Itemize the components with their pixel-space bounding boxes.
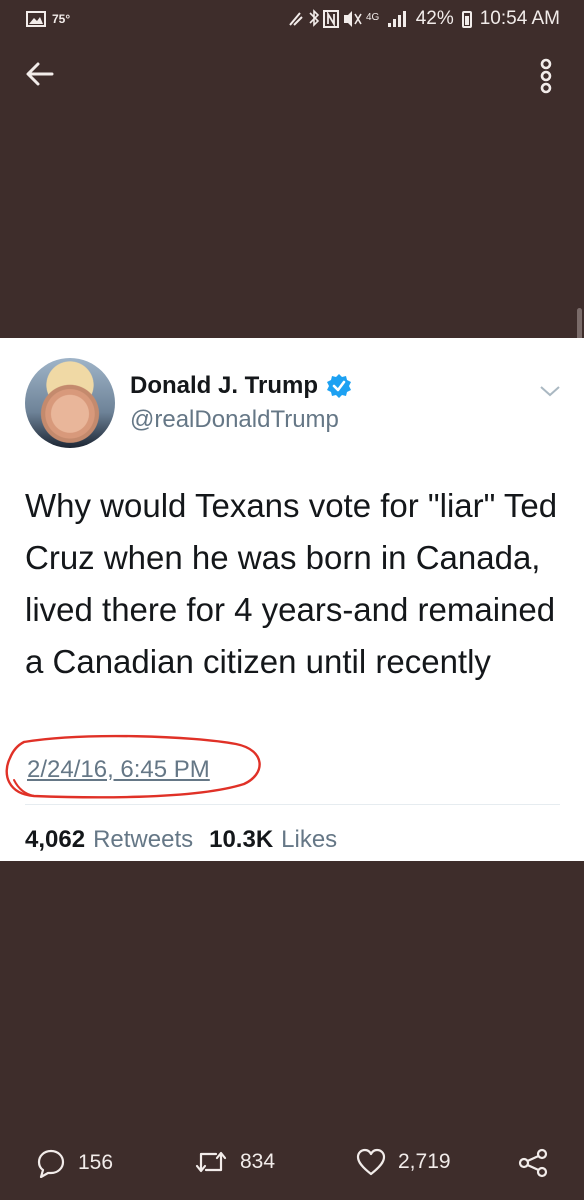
clock: 10:54 AM <box>479 8 560 29</box>
display-name[interactable]: Donald J. Trump <box>130 372 318 400</box>
avatar[interactable] <box>25 358 115 448</box>
retweets-label[interactable]: Retweets <box>93 826 193 854</box>
verified-badge-icon <box>327 374 352 398</box>
status-bar-right: 4G 42% 10:54 AM <box>288 8 560 30</box>
share-button[interactable] <box>518 1148 548 1178</box>
divider <box>25 804 560 805</box>
chevron-down-icon[interactable] <box>538 382 562 400</box>
status-icons: 4G <box>288 9 406 28</box>
like-button[interactable]: 2,719 <box>356 1148 451 1176</box>
tweet-action-bar: 156 834 2,719 <box>0 1148 584 1188</box>
tweet-stats: 4,062 Retweets 10.3K Likes <box>25 826 345 854</box>
share-icon <box>518 1148 548 1178</box>
status-bar-left: 75° <box>26 11 70 27</box>
battery-percent: 42% <box>415 8 454 29</box>
status-bar: 75° 4G 42% 10:54 AM <box>0 0 584 38</box>
back-arrow-icon[interactable] <box>24 58 56 90</box>
retweet-icon <box>195 1151 227 1173</box>
network-label: 4G <box>366 12 380 23</box>
retweets-count[interactable]: 4,062 <box>25 826 85 854</box>
likes-count[interactable]: 10.3K <box>209 826 273 854</box>
like-count: 2,719 <box>398 1150 451 1173</box>
battery-icon <box>461 10 472 28</box>
retweet-count: 834 <box>240 1150 276 1173</box>
tweet-text: Why would Texans vote for "liar" Ted Cru… <box>25 487 558 680</box>
reply-icon <box>37 1149 65 1178</box>
tweet-card: Donald J. Trump @realDonaldTrump Why wou… <box>0 338 584 861</box>
picture-icon <box>26 11 46 27</box>
author-name-row: Donald J. Trump <box>130 372 352 400</box>
reply-button[interactable]: 156 <box>36 1148 113 1178</box>
tweet-timestamp[interactable]: 2/24/16, 6:45 PM <box>27 756 210 784</box>
overflow-menu-icon[interactable] <box>532 58 560 94</box>
like-icon <box>356 1148 386 1176</box>
author-handle[interactable]: @realDonaldTrump <box>130 406 339 434</box>
likes-label[interactable]: Likes <box>281 826 337 854</box>
reply-count: 156 <box>78 1151 114 1174</box>
temperature: 75° <box>52 12 71 26</box>
retweet-button[interactable]: 834 <box>194 1148 275 1176</box>
